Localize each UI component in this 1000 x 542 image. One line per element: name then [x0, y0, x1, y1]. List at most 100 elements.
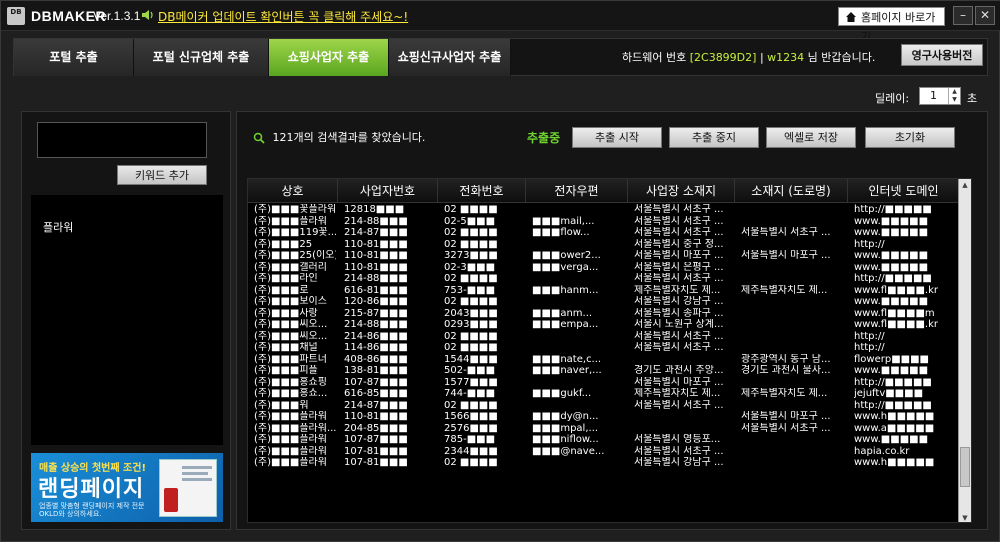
scroll-down-icon[interactable]: ▼ — [959, 512, 971, 522]
table-header: 상호 사업자번호 전화번호 전자우편 사업장 소재지 소재지 (도로명) 인터넷 도메인 — [248, 179, 960, 203]
home-icon — [846, 12, 856, 22]
table-cell: (주)■■■채널 — [254, 342, 318, 353]
vertical-scrollbar[interactable]: ▲ ▼ — [958, 179, 971, 522]
table-row[interactable]: (주)■■■씨오... 214-86■■■ 02 ■■■■ 서울특별시 서초구 ...… — [248, 331, 960, 343]
ad-banner[interactable]: 매출 상승의 첫번째 조건! 랜딩페이지 업종별 맞춤형 랜딩페이지 제작 전문… — [31, 453, 223, 522]
table-row[interactable]: (주)■■■플라워... 204-85■■■ 2576■■■ ■■■mpal,... 서… — [248, 423, 960, 435]
save-excel-button[interactable]: 엑셀로 저장 — [766, 127, 856, 148]
column-header[interactable]: 사업장 소재지 — [628, 179, 735, 203]
keyword-item[interactable]: 플라워 — [43, 219, 73, 235]
column-header[interactable]: 인터넷 도메인 — [848, 179, 960, 203]
reset-button[interactable]: 초기화 — [865, 127, 955, 148]
table-row[interactable]: (주)■■■25(이오) 110-81■■■ 3273■■■ ■■■ower2... 서… — [248, 250, 960, 262]
table-cell: (주)■■■보이스 — [254, 296, 327, 307]
delay-label: 딜레이: — [875, 92, 910, 105]
table-cell: 02 ■■■■ — [444, 204, 498, 215]
results-panel: 121개의 검색결과를 찾았습니다. 추출중 추출 시작 추출 중지 엑셀로 저… — [236, 111, 988, 530]
update-notice-link[interactable]: DB메이커 업데이트 확인버튼 꼭 클릭해 주세요~! — [158, 8, 408, 25]
table-row[interactable]: (주)■■■홍쇼... 616-85■■■ 744-■■■ ■■■gukf... 제주특… — [248, 388, 960, 400]
table-cell: 제주특별자치도 제... — [634, 284, 721, 296]
table-row[interactable]: (주)■■■워 214-87■■■ 02 ■■■■ 서울특별시 서초구 ... http… — [248, 400, 960, 412]
table-cell — [634, 354, 733, 366]
table-cell — [532, 457, 626, 469]
tab-portal-new-extract[interactable]: 포털 신규업체 추출 — [134, 39, 269, 76]
add-keyword-button[interactable]: 키워드 추가 — [117, 165, 207, 185]
delay-spin-buttons[interactable]: ▲ ▼ — [948, 88, 960, 104]
table-cell: 02 ■■■■ — [444, 238, 498, 250]
table-cell: 502-■■■ — [444, 365, 496, 376]
table-row[interactable]: (주)■■■플라워 107-81■■■ 02 ■■■■ 서울특별시 강남구 ... ww… — [248, 457, 960, 469]
table-cell — [741, 308, 846, 320]
tab-portal-extract[interactable]: 포털 추출 — [14, 39, 134, 76]
tab-shopping-new-extract[interactable]: 쇼핑신규사업자 추출 — [389, 39, 511, 76]
column-header[interactable]: 전화번호 — [438, 179, 526, 203]
table-cell: 110-81■■■ — [344, 250, 408, 261]
table-cell: ■■■hanm... — [532, 284, 599, 296]
table-cell: 서울시 노원구 상계... — [634, 319, 724, 330]
table-cell: ■■■niflow... — [532, 434, 599, 445]
app-logo: DB — [7, 7, 25, 25]
scroll-up-icon[interactable]: ▲ — [959, 179, 971, 191]
close-button[interactable]: ✕ — [975, 6, 995, 25]
table-cell: www.■■■■■ — [854, 296, 929, 307]
table-row[interactable]: (주)■■■25 110-81■■■ 02 ■■■■ 서울특별시 중구 정... htt… — [248, 239, 960, 251]
table-cell: ■■■nate,c... — [532, 353, 602, 365]
start-extract-button[interactable]: 추출 시작 — [572, 127, 662, 148]
column-header[interactable]: 상호 — [248, 179, 338, 203]
table-row[interactable]: (주)■■■꽃플라워 12818■■■ 02 ■■■■ 서울특별시 서초구 ... ht… — [248, 204, 960, 216]
minimize-button[interactable]: – — [953, 6, 973, 25]
table-cell: www.fl■■■■.kr — [854, 319, 938, 330]
table-cell: (주)■■■홍쇼핑 — [254, 376, 327, 388]
table-cell — [741, 262, 846, 274]
hardware-info: 하드웨어 번호 [2C3899D2] | w1234 님 반갑습니다. — [622, 49, 875, 65]
table-row[interactable]: (주)■■■플라워 214-88■■■ 02-5■■■ ■■■mail,... 서울특별… — [248, 216, 960, 228]
column-header[interactable]: 사업자번호 — [338, 179, 438, 203]
table-cell: http:// — [854, 342, 885, 353]
license-button[interactable]: 영구사용버전 — [901, 44, 983, 66]
homepage-button[interactable]: 홈페이지 바로가기 — [838, 7, 945, 43]
delay-stepper[interactable]: 1 ▲ ▼ — [919, 87, 961, 105]
table-cell: flowerp■■■■ — [854, 353, 929, 365]
table-cell: www.■■■■■ — [854, 227, 929, 238]
table-cell: 107-81■■■ — [344, 457, 408, 468]
table-cell: 서울특별시 서초구 ... — [741, 227, 831, 238]
table-row[interactable]: (주)■■■씨오... 214-88■■■ 0293■■■ ■■■empa... 서울시… — [248, 319, 960, 331]
table-cell — [741, 342, 846, 354]
table-body[interactable]: (주)■■■꽃플라워 12818■■■ 02 ■■■■ 서울특별시 서초구 ... ht… — [248, 204, 960, 469]
table-row[interactable]: (주)■■■사랑 215-87■■■ 2043■■■ ■■■anm... 서울특별시 송… — [248, 308, 960, 320]
delay-value: 1 — [930, 89, 937, 102]
table-cell — [634, 423, 733, 435]
table-cell: 3273■■■ — [444, 250, 498, 261]
table-cell: www.■■■■■ — [854, 250, 929, 261]
table-row[interactable]: (주)■■■라인 214-88■■■ 02 ■■■■ 서울특별시 서초구 ... htt… — [248, 273, 960, 285]
ad-image — [159, 459, 217, 517]
table-row[interactable]: (주)■■■홍쇼핑 107-87■■■ 1577■■■ 서울특별시 마포구 ... ht… — [248, 377, 960, 389]
keyword-input[interactable] — [37, 122, 207, 158]
table-cell: 서울특별시 서초구 ... — [634, 330, 724, 342]
keyword-list[interactable]: 플라워 — [31, 195, 223, 445]
table-row[interactable]: (주)■■■피플 138-81■■■ 502-■■■ ■■■naver,... 경기도 … — [248, 365, 960, 377]
table-row[interactable]: (주)■■■플라워 110-81■■■ 1566■■■ ■■■dy@n... 서울특별시… — [248, 411, 960, 423]
table-row[interactable]: (주)■■■플라워 107-87■■■ 785-■■■ ■■■niflow... 서울특… — [248, 434, 960, 446]
table-row[interactable]: (주)■■■플라워 107-81■■■ 2344■■■ ■■■@nave... 서울특별… — [248, 446, 960, 458]
table-cell: www.fl■■■■m — [854, 307, 935, 319]
table-cell: ■■■naver,... — [532, 365, 602, 376]
table-row[interactable]: (주)■■■채널 114-86■■■ 02 ■■■■ 서울특별시 서초구 ... htt… — [248, 342, 960, 354]
table-cell: 214-88■■■ — [344, 273, 408, 284]
table-row[interactable]: (주)■■■보이스 120-86■■■ 02 ■■■■ 서울특별시 강남구 ... ww… — [248, 296, 960, 308]
table-cell — [741, 319, 846, 331]
column-header[interactable]: 전자우편 — [526, 179, 628, 203]
table-row[interactable]: (주)■■■로 616-81■■■ 753-■■■ ■■■hanm... 제주특별자치도… — [248, 285, 960, 297]
table-cell: 1566■■■ — [444, 411, 498, 422]
extract-status: 추출중 — [527, 131, 561, 145]
table-row[interactable]: (주)■■■갤러리 110-81■■■ 02-3■■■ ■■■verga... 서울특별… — [248, 262, 960, 274]
table-cell — [532, 204, 626, 216]
table-cell — [532, 331, 626, 343]
table-row[interactable]: (주)■■■119꽃... 214-87■■■ 02 ■■■■ ■■■flow... 서… — [248, 227, 960, 239]
table-row[interactable]: (주)■■■파트너 408-86■■■ 1544■■■ ■■■nate,c... 광주광… — [248, 354, 960, 366]
column-header[interactable]: 소재지 (도로명) — [735, 179, 848, 203]
results-table[interactable]: 상호 사업자번호 전화번호 전자우편 사업장 소재지 소재지 (도로명) 인터넷 도메인 (… — [247, 178, 972, 523]
tab-shopping-extract[interactable]: 쇼핑사업자 추출 — [269, 39, 389, 76]
stop-extract-button[interactable]: 추출 중지 — [669, 127, 759, 148]
scroll-thumb[interactable] — [960, 447, 970, 487]
